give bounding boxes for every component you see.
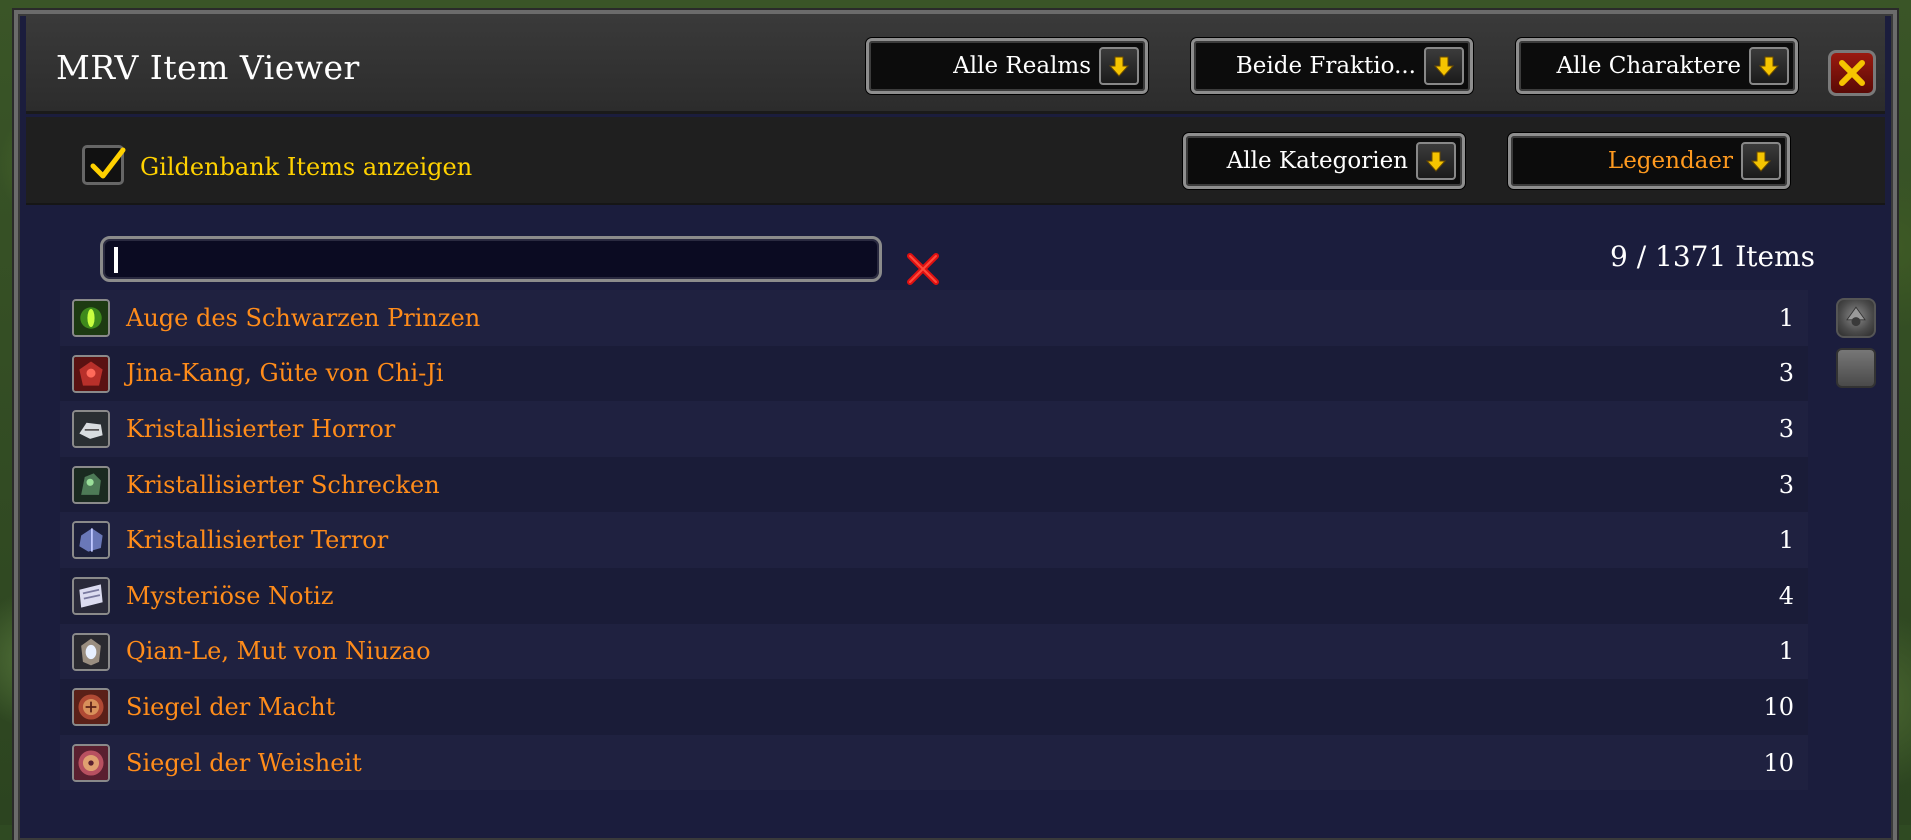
- item-name: Siegel der Macht: [126, 679, 335, 735]
- category-dropdown[interactable]: Alle Kategorien: [1183, 133, 1465, 189]
- item-quantity: 3: [1779, 457, 1794, 513]
- filter-bar: Gildenbank Items anzeigen Alle Kategorie…: [26, 117, 1885, 205]
- crystal-horror-icon: [72, 410, 110, 448]
- quality-dropdown-label: Legendaer: [1608, 136, 1733, 186]
- character-dropdown-label: Alle Charaktere: [1557, 41, 1741, 91]
- item-name: Siegel der Weisheit: [126, 735, 362, 791]
- item-name: Kristallisierter Terror: [126, 512, 388, 568]
- item-quantity: 10: [1763, 679, 1794, 735]
- list-item[interactable]: Kristallisierter Schrecken 3: [60, 457, 1808, 513]
- arrow-down-icon[interactable]: [1749, 47, 1789, 85]
- guildbank-checkbox[interactable]: [82, 145, 124, 185]
- category-dropdown-label: Alle Kategorien: [1227, 136, 1408, 186]
- arrow-down-icon[interactable]: [1741, 142, 1781, 180]
- item-name: Qian-Le, Mut von Niuzao: [126, 624, 431, 680]
- character-dropdown[interactable]: Alle Charaktere: [1516, 38, 1798, 94]
- search-input[interactable]: [111, 243, 871, 275]
- scrollbar-thumb[interactable]: [1836, 348, 1876, 388]
- realm-dropdown[interactable]: Alle Realms: [866, 38, 1148, 94]
- close-button[interactable]: [1828, 50, 1876, 96]
- item-name: Kristallisierter Schrecken: [126, 457, 440, 513]
- item-name: Jina-Kang, Güte von Chi-Ji: [126, 346, 444, 402]
- eye-gem-icon: [72, 299, 110, 337]
- list-item[interactable]: Siegel der Weisheit 10: [60, 735, 1808, 791]
- arrow-down-icon[interactable]: [1099, 47, 1139, 85]
- close-icon: [1837, 58, 1867, 88]
- list-item[interactable]: Kristallisierter Terror 1: [60, 512, 1808, 568]
- arrow-down-icon[interactable]: [1424, 47, 1464, 85]
- faction-dropdown-label: Beide Fraktio...: [1236, 41, 1416, 91]
- crystal-dread-icon: [72, 466, 110, 504]
- guildbank-checkbox-label: Gildenbank Items anzeigen: [140, 153, 472, 181]
- note-icon: [72, 577, 110, 615]
- item-count: 9 / 1371 Items: [1610, 240, 1815, 273]
- title-bar[interactable]: MRV Item Viewer Alle Realms Beide Frakti…: [26, 14, 1885, 114]
- item-quantity: 4: [1779, 568, 1794, 624]
- clear-search-icon[interactable]: [904, 250, 942, 288]
- scroll-up-button[interactable]: [1836, 298, 1876, 338]
- item-quantity: 1: [1779, 290, 1794, 346]
- list-item[interactable]: Auge des Schwarzen Prinzen 1: [60, 290, 1808, 346]
- item-quantity: 1: [1779, 624, 1794, 680]
- red-crest-icon: [72, 355, 110, 393]
- item-quantity: 3: [1779, 401, 1794, 457]
- item-list: Auge des Schwarzen Prinzen 1 Jina-Kang, …: [60, 290, 1808, 790]
- list-item[interactable]: Jina-Kang, Güte von Chi-Ji 3: [60, 346, 1808, 402]
- item-viewer-window: MRV Item Viewer Alle Realms Beide Frakti…: [14, 10, 1897, 840]
- seal-power-icon: [72, 688, 110, 726]
- item-quantity: 3: [1779, 346, 1794, 402]
- text-caret: [114, 247, 118, 273]
- list-item[interactable]: Qian-Le, Mut von Niuzao 1: [60, 624, 1808, 680]
- faction-dropdown[interactable]: Beide Fraktio...: [1191, 38, 1473, 94]
- seal-wisdom-icon: [72, 744, 110, 782]
- item-quantity: 1: [1779, 512, 1794, 568]
- item-name: Auge des Schwarzen Prinzen: [126, 290, 480, 346]
- ox-crest-icon: [72, 633, 110, 671]
- list-item[interactable]: Kristallisierter Horror 3: [60, 401, 1808, 457]
- arrow-up-icon: [1838, 300, 1874, 336]
- search-field[interactable]: [100, 236, 882, 282]
- item-name: Mysteriöse Notiz: [126, 568, 333, 624]
- realm-dropdown-label: Alle Realms: [953, 41, 1091, 91]
- list-item[interactable]: Siegel der Macht 10: [60, 679, 1808, 735]
- checkmark-icon: [87, 144, 127, 184]
- quality-dropdown[interactable]: Legendaer: [1508, 133, 1790, 189]
- list-item[interactable]: Mysteriöse Notiz 4: [60, 568, 1808, 624]
- window-title: MRV Item Viewer: [56, 48, 360, 87]
- item-name: Kristallisierter Horror: [126, 401, 395, 457]
- arrow-down-icon[interactable]: [1416, 142, 1456, 180]
- item-quantity: 10: [1763, 735, 1794, 791]
- crystal-terror-icon: [72, 521, 110, 559]
